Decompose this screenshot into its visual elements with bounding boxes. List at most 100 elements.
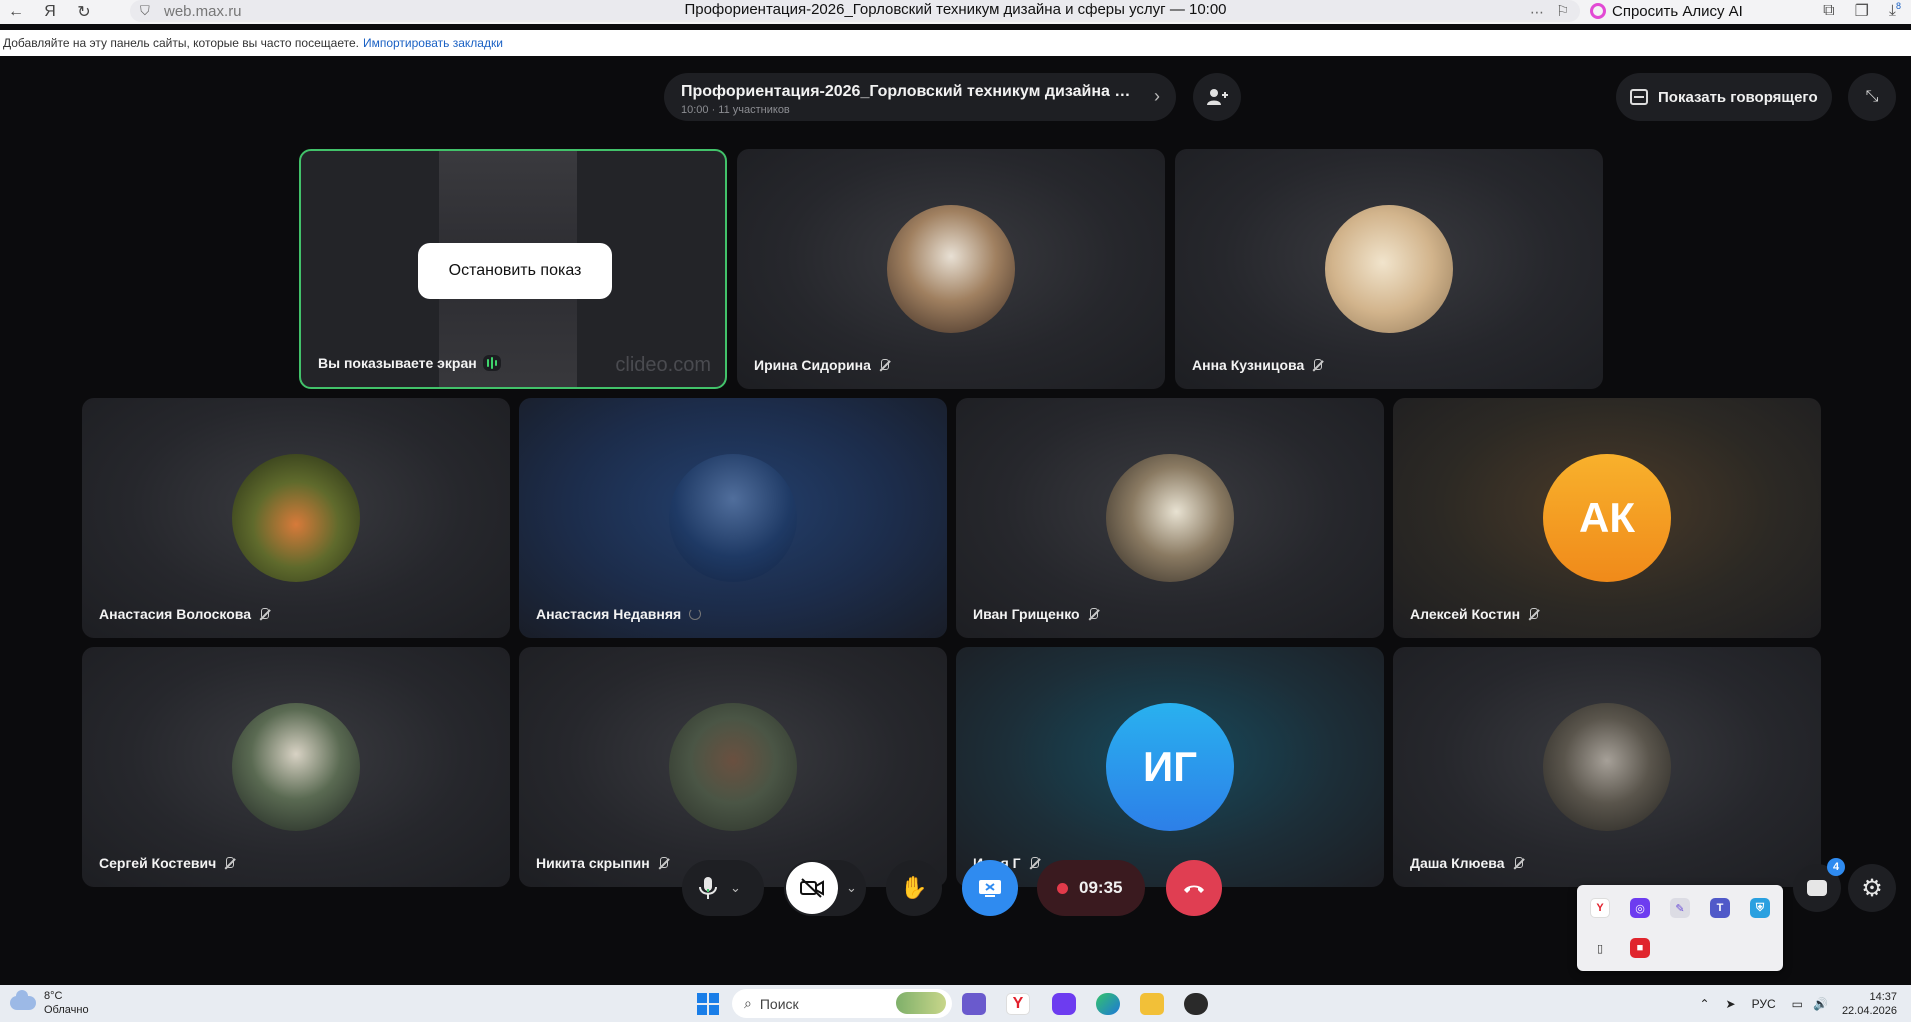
language-indicator[interactable]: РУС [1752,997,1776,1011]
bookmark-icon[interactable]: ⚐ [1556,2,1569,20]
clock[interactable]: 14:37 22.04.2026 [1842,990,1897,1018]
participant-tile[interactable]: Анастасия Волоскова [82,398,510,638]
temperature: 8°C [44,990,63,1002]
pen-icon[interactable]: ✎ [1670,898,1690,918]
volume-icon[interactable]: 🔊 [1813,997,1828,1011]
weather-widget[interactable]: 8°C Облачно [10,989,89,1017]
stop-sharing-button[interactable]: Остановить показ [418,243,612,299]
meeting-area: Профориентация-2026_Горловский техникум … [0,56,1911,985]
import-bookmarks-link[interactable]: Импортировать закладки [363,36,503,50]
name-text: Сергей Костевич [99,855,217,871]
name-text: Алексей Костин [1410,606,1521,622]
avatar [1543,703,1671,831]
mic-off-icon [1029,856,1039,870]
bookmarks-bar: Добавляйте на эту панель сайты, которые … [0,30,1911,56]
name-text: Анастасия Недавняя [536,606,682,622]
recording-timer[interactable]: 09:35 [1037,860,1145,916]
collections-icon[interactable]: ❐ [1855,1,1869,21]
extensions-icon[interactable]: ⧉ [1823,2,1834,20]
downloads-icon[interactable]: ⤓8 [1889,1,1901,20]
alice-icon [1590,3,1606,19]
avatar-initials: ИГ [1106,703,1234,831]
hang-up-icon [1184,885,1204,893]
network-icon[interactable]: ▭ [1792,997,1803,1011]
show-speaker-label: Показать говорящего [1658,88,1818,106]
alice-button[interactable]: Спросить Алису AI [1590,0,1743,22]
more-icon[interactable]: ⋯ [1530,4,1544,21]
participant-name: Анастасия Волоскова [99,606,269,622]
browser-toolbar: ← Я ↻ ⛉ web.max.ru Профориентация-2026_Г… [0,0,1911,24]
participant-tile[interactable]: Анастасия Недавняя [519,398,947,638]
participant-tile[interactable]: Никита скрыпин [519,647,947,887]
participant-tile[interactable]: Иван Грищенко [956,398,1384,638]
alice-taskbar-icon[interactable] [1052,993,1076,1015]
weather-text: Облачно [44,1004,89,1016]
participant-tile[interactable]: Даша Клюева [1393,647,1821,887]
mic-off-icon [1513,856,1523,870]
record-dot-icon [1057,883,1068,894]
name-text: Иван Грищенко [973,606,1080,622]
chevron-up-icon[interactable]: ⌃ [1699,997,1709,1011]
record-tray-icon[interactable]: ■ [1630,938,1650,958]
raise-hand-button[interactable]: ✋ [886,860,942,916]
screen-share-button[interactable] [962,860,1018,916]
folder-icon[interactable] [1140,993,1164,1015]
mic-off-icon [1312,358,1323,372]
mic-off-icon [1528,607,1539,621]
screen-share-icon [979,880,1001,897]
participant-name: Сергей Костевич [99,855,235,871]
participant-name: Вы показываете экран [318,355,501,371]
participant-name: Алексей Костин [1410,606,1539,622]
yandex-taskbar-icon[interactable]: Y [1006,993,1030,1015]
participant-tile[interactable]: Ирина Сидорина [737,149,1165,389]
chevron-down-icon[interactable]: ⌄ [846,880,857,896]
avatar [232,703,360,831]
settings-button[interactable]: ⚙ [1848,864,1896,912]
location-icon[interactable]: ➤ [1726,997,1736,1011]
usb-icon[interactable]: ▯ [1590,938,1610,958]
avatar [669,454,797,582]
edge-icon[interactable] [1096,993,1120,1015]
taskbar: 8°C Облачно ⌕ Поиск Y ⌃ ➤ РУС ▭ 🔊 14:37 … [0,985,1911,1022]
alice-label: Спросить Алису AI [1612,2,1743,20]
layout-icon [1630,89,1648,105]
microphone-icon [699,877,717,899]
add-participant-button[interactable] [1193,73,1241,121]
avatar [887,205,1015,333]
avatar [1325,205,1453,333]
alice-tray-icon[interactable]: ◎ [1630,898,1650,918]
taskbar-search[interactable]: ⌕ Поиск [732,989,952,1018]
bookmarks-hint: Добавляйте на эту панель сайты, которые … [3,36,359,50]
microphone-button[interactable]: ⌄ [682,860,764,916]
collapse-icon: ⤡ [1865,88,1879,105]
date: 22.04.2026 [1841,1005,1897,1017]
search-highlight-icon [896,992,946,1014]
media-player-icon[interactable] [1184,993,1208,1015]
search-placeholder: Поиск [759,995,799,1012]
participant-tile[interactable]: Сергей Костевич [82,647,510,887]
mic-off-icon [1088,607,1098,621]
collapse-button[interactable]: ⤡ [1848,73,1896,121]
leave-call-button[interactable] [1166,860,1222,916]
participant-name: Никита скрыпин [536,855,668,871]
participant-tile[interactable]: Анна Кузницова [1175,149,1603,389]
timer-text: 09:35 [1079,878,1123,897]
participant-tile[interactable]: ИГ Илья Г [956,647,1384,887]
chat-badge: 4 [1827,858,1845,876]
chat-button[interactable]: 4 [1793,858,1845,912]
camera-button[interactable]: ⌄ [784,860,866,916]
avatar-initials: АК [1543,454,1671,582]
participant-tile[interactable]: АК Алексей Костин [1393,398,1821,638]
sharing-label: Вы показываете экран [318,355,477,371]
show-speaker-button[interactable]: Показать говорящего [1616,73,1832,121]
teams-taskbar-icon[interactable] [962,993,986,1015]
yandex-browser-icon[interactable]: Y [1590,898,1610,918]
name-text: Анна Кузницова [1192,357,1305,373]
windows-start-icon[interactable] [697,993,719,1015]
mic-off-icon [879,358,889,372]
security-icon[interactable]: ⛨ [1750,898,1770,918]
meeting-title-card[interactable]: Профориентация-2026_Горловский техникум … [664,73,1176,121]
downloads-badge: 8 [1895,1,1901,12]
chevron-down-icon[interactable]: ⌄ [730,880,741,896]
teams-icon[interactable]: T [1710,898,1730,918]
